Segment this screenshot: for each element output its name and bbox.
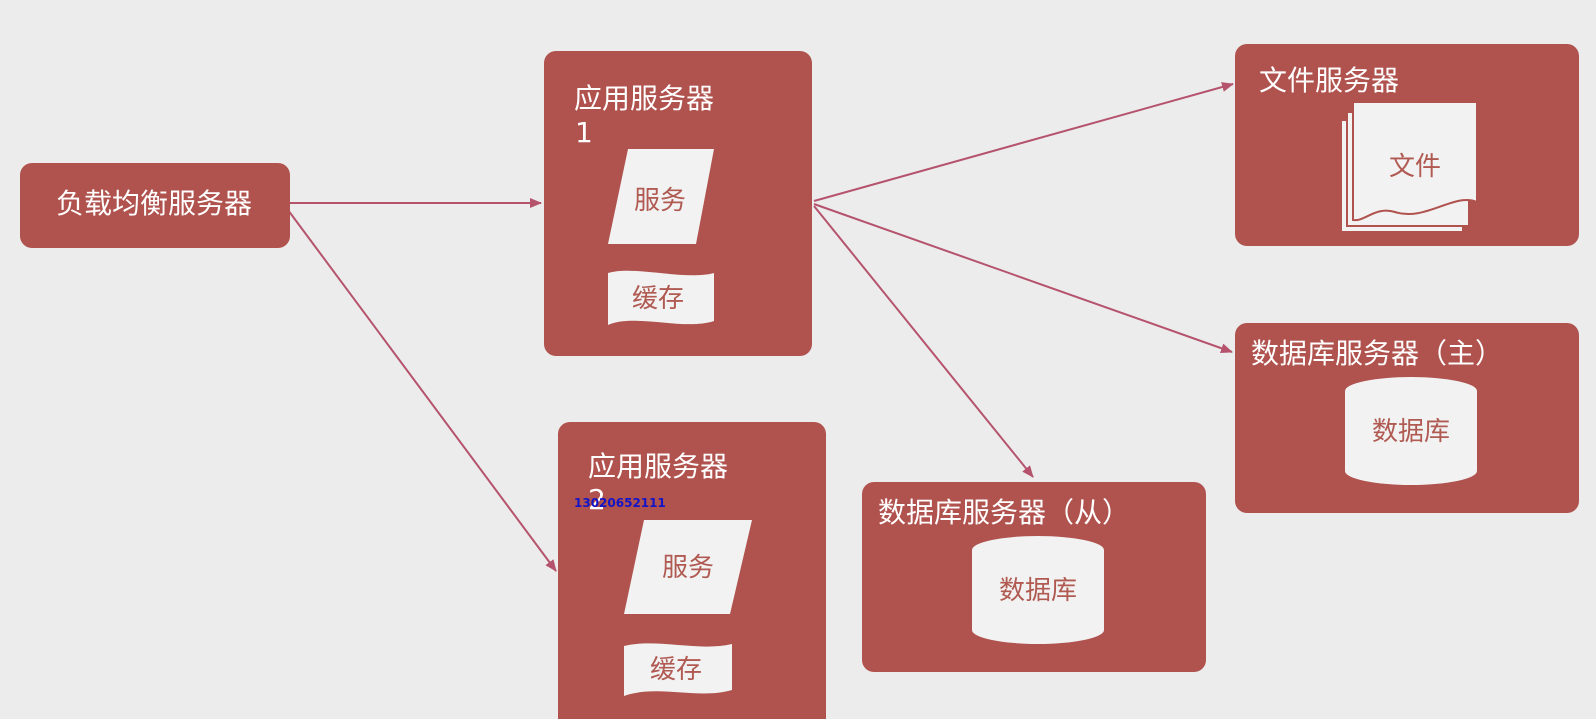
- db-slave-shapes: 数据库: [972, 536, 1104, 644]
- file-label: 文件: [1389, 152, 1441, 182]
- watermark-text: 13020652111: [574, 496, 666, 510]
- arrow-app1-to-db-slave: [813, 205, 1034, 478]
- file-server-box[interactable]: 文件服务器 文件: [1235, 44, 1579, 246]
- arrow-app1-to-db-master: [813, 203, 1233, 354]
- file-server-shapes: 文件: [1340, 101, 1478, 233]
- service-label: 服务: [634, 186, 686, 216]
- app-server-2-shapes: 服务 缓存: [624, 520, 752, 696]
- arrow-lb-to-app2: [287, 209, 557, 572]
- cache-label: 缓存: [650, 655, 702, 685]
- app-server-2-box[interactable]: 应用服务器 2 服务 缓存: [558, 422, 826, 719]
- load-balancer-box[interactable]: 负载均衡服务器: [20, 163, 290, 248]
- db-master-shapes: 数据库: [1345, 377, 1477, 485]
- cache-label: 缓存: [632, 284, 684, 314]
- database-label: 数据库: [1372, 417, 1450, 447]
- service-label: 服务: [662, 553, 714, 583]
- load-balancer-label: 负载均衡服务器: [56, 187, 253, 220]
- arrow-app1-to-file-server: [813, 82, 1234, 202]
- database-label: 数据库: [999, 576, 1077, 606]
- db-master-box[interactable]: 数据库服务器（主） 数据库: [1235, 323, 1579, 513]
- app-server-1-box[interactable]: 应用服务器 1 服务 缓存: [544, 51, 812, 356]
- db-slave-box[interactable]: 数据库服务器（从） 数据库: [862, 482, 1206, 672]
- app-server-1-shapes: 服务 缓存: [608, 149, 714, 325]
